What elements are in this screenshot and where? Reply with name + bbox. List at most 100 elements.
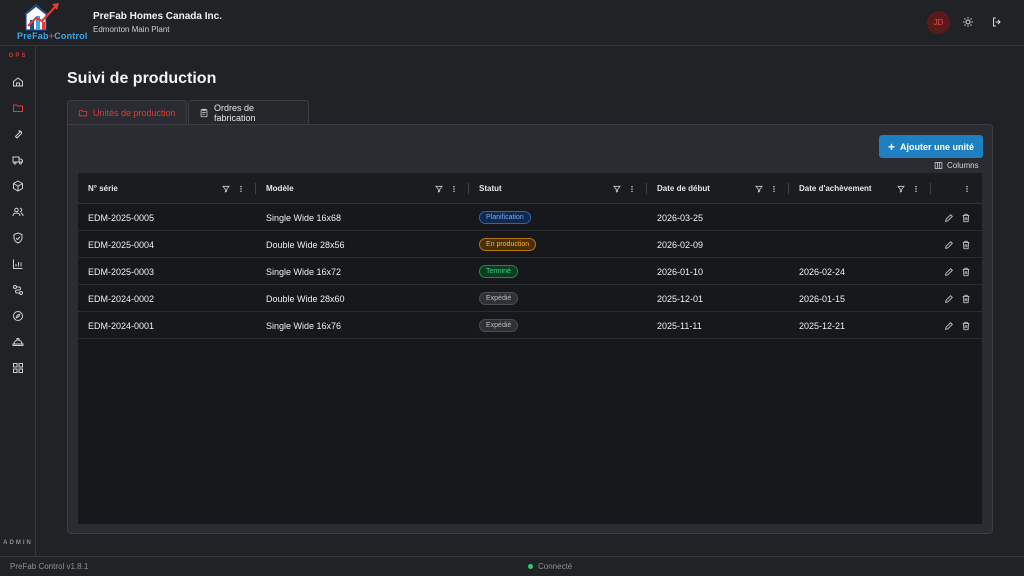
shield-icon bbox=[13, 232, 23, 244]
edit-button[interactable] bbox=[943, 293, 954, 304]
column-menu-icon[interactable] bbox=[236, 184, 245, 193]
filter-icon[interactable] bbox=[221, 184, 230, 193]
user-avatar[interactable]: JD bbox=[927, 11, 950, 34]
company-block: PreFab Homes Canada Inc. Edmonton Main P… bbox=[93, 11, 222, 34]
pencil-icon bbox=[944, 213, 953, 222]
trash-icon bbox=[962, 294, 969, 303]
clipboard-icon bbox=[200, 108, 208, 117]
table-row[interactable]: EDM-2024-0001 Single Wide 16x76 Expédié … bbox=[78, 312, 982, 339]
data-grid: N° série Modèle Statut Date de début Dat… bbox=[78, 173, 982, 524]
column-header-status[interactable]: Statut bbox=[479, 173, 502, 204]
logo-text: PreFab+Control bbox=[17, 31, 88, 41]
cell-model: Single Wide 16x76 bbox=[266, 320, 342, 331]
status-badge: Expédié bbox=[479, 319, 519, 332]
delete-button[interactable] bbox=[960, 293, 971, 304]
sidebar-item-routes[interactable] bbox=[9, 281, 27, 299]
status-dot-icon bbox=[528, 564, 533, 569]
sidebar: OPS ADMIN bbox=[0, 46, 36, 556]
sidebar-item-apps[interactable] bbox=[9, 359, 27, 377]
tab-bar: Unités de production Ordres de fabricati… bbox=[67, 100, 309, 124]
trash-icon bbox=[962, 240, 969, 249]
pencil-icon bbox=[944, 294, 953, 303]
trash-icon bbox=[962, 213, 969, 222]
table-row[interactable]: EDM-2025-0004 Double Wide 28x56 En produ… bbox=[78, 231, 982, 258]
add-unit-label: Ajouter une unité bbox=[900, 141, 974, 152]
folder-icon bbox=[78, 109, 88, 116]
sidebar-item-inventory[interactable] bbox=[9, 177, 27, 195]
sidebar-section-ops: OPS bbox=[8, 53, 28, 59]
sidebar-item-production[interactable] bbox=[9, 99, 27, 117]
logout-button[interactable] bbox=[990, 15, 1004, 29]
filter-icon[interactable] bbox=[754, 184, 763, 193]
edit-button[interactable] bbox=[943, 320, 954, 331]
column-menu-icon[interactable] bbox=[911, 184, 920, 193]
edit-button[interactable] bbox=[943, 212, 954, 223]
company-name: PreFab Homes Canada Inc. bbox=[93, 11, 222, 22]
content-panel: + Ajouter une unité Columns N° série Mod… bbox=[67, 124, 993, 534]
trash-icon bbox=[962, 267, 969, 276]
table-row[interactable]: EDM-2025-0003 Single Wide 16x72 Terminé … bbox=[78, 258, 982, 285]
delete-button[interactable] bbox=[960, 239, 971, 250]
sidebar-section-admin: ADMIN bbox=[3, 540, 33, 546]
cell-status: En production bbox=[479, 231, 537, 258]
filter-icon[interactable] bbox=[612, 184, 621, 193]
filter-icon[interactable] bbox=[896, 184, 905, 193]
sidebar-item-users[interactable] bbox=[9, 203, 27, 221]
cell-status: Expédié bbox=[479, 312, 519, 339]
status-badge: Planification bbox=[479, 211, 531, 224]
cell-status: Terminé bbox=[479, 258, 518, 285]
page-title: Suivi de production bbox=[67, 70, 217, 87]
sidebar-item-quality[interactable] bbox=[9, 229, 27, 247]
add-unit-button[interactable]: + Ajouter une unité bbox=[879, 135, 983, 158]
table-row[interactable]: EDM-2024-0002 Double Wide 28x60 Expédié … bbox=[78, 285, 982, 312]
delete-button[interactable] bbox=[960, 212, 971, 223]
users-icon bbox=[12, 207, 24, 217]
cell-status: Expédié bbox=[479, 285, 519, 312]
pencil-icon bbox=[944, 240, 953, 249]
sidebar-item-tools[interactable] bbox=[9, 125, 27, 143]
actions-column-menu-icon[interactable] bbox=[962, 184, 971, 193]
tab-production-units[interactable]: Unités de production bbox=[67, 100, 187, 124]
cell-start-date: 2025-11-11 bbox=[657, 320, 702, 331]
grid-header: N° série Modèle Statut Date de début Dat… bbox=[78, 173, 982, 204]
wrench-icon bbox=[14, 130, 23, 139]
column-menu-icon[interactable] bbox=[627, 184, 636, 193]
delete-button[interactable] bbox=[960, 320, 971, 331]
filter-icon[interactable] bbox=[434, 184, 443, 193]
app-header: PreFab+Control PreFab Homes Canada Inc. … bbox=[0, 0, 1024, 46]
pencil-icon bbox=[944, 321, 953, 330]
column-header-serial[interactable]: N° série bbox=[88, 173, 118, 204]
table-row[interactable]: EDM-2025-0005 Single Wide 16x68 Planific… bbox=[78, 204, 982, 231]
column-separator[interactable] bbox=[468, 183, 469, 194]
sidebar-item-home[interactable] bbox=[9, 73, 27, 91]
status-badge: En production bbox=[479, 238, 537, 251]
sidebar-item-shipping[interactable] bbox=[9, 151, 27, 169]
column-header-start-date[interactable]: Date de début bbox=[657, 173, 710, 204]
delete-button[interactable] bbox=[960, 266, 971, 277]
column-separator[interactable] bbox=[255, 183, 256, 194]
column-separator[interactable] bbox=[646, 183, 647, 194]
cell-end-date: 2026-02-24 bbox=[799, 266, 846, 277]
cell-model: Double Wide 28x56 bbox=[266, 239, 345, 250]
cell-end-date: 2026-01-15 bbox=[799, 293, 846, 304]
edit-button[interactable] bbox=[943, 239, 954, 250]
sidebar-item-explore[interactable] bbox=[9, 307, 27, 325]
sidebar-item-safety[interactable] bbox=[9, 333, 27, 351]
column-separator[interactable] bbox=[788, 183, 789, 194]
edit-button[interactable] bbox=[943, 266, 954, 277]
cell-start-date: 2025-12-01 bbox=[657, 293, 704, 304]
column-separator[interactable] bbox=[930, 183, 931, 194]
tab-work-orders[interactable]: Ordres de fabrication bbox=[188, 100, 309, 124]
column-menu-icon[interactable] bbox=[769, 184, 778, 193]
column-header-end-date[interactable]: Date d'achèvement bbox=[799, 173, 872, 204]
status-bar: PreFab Control v1.8.1 Connecté bbox=[0, 556, 1024, 576]
columns-button[interactable]: Columns bbox=[934, 161, 979, 170]
cell-serial: EDM-2025-0003 bbox=[88, 266, 155, 277]
cell-model: Double Wide 28x60 bbox=[266, 293, 345, 304]
logout-icon bbox=[993, 17, 1001, 27]
sidebar-item-reports[interactable] bbox=[9, 255, 27, 273]
theme-toggle-button[interactable] bbox=[961, 15, 975, 29]
column-header-model[interactable]: Modèle bbox=[266, 173, 294, 204]
home-icon bbox=[13, 77, 23, 87]
column-menu-icon[interactable] bbox=[449, 184, 458, 193]
